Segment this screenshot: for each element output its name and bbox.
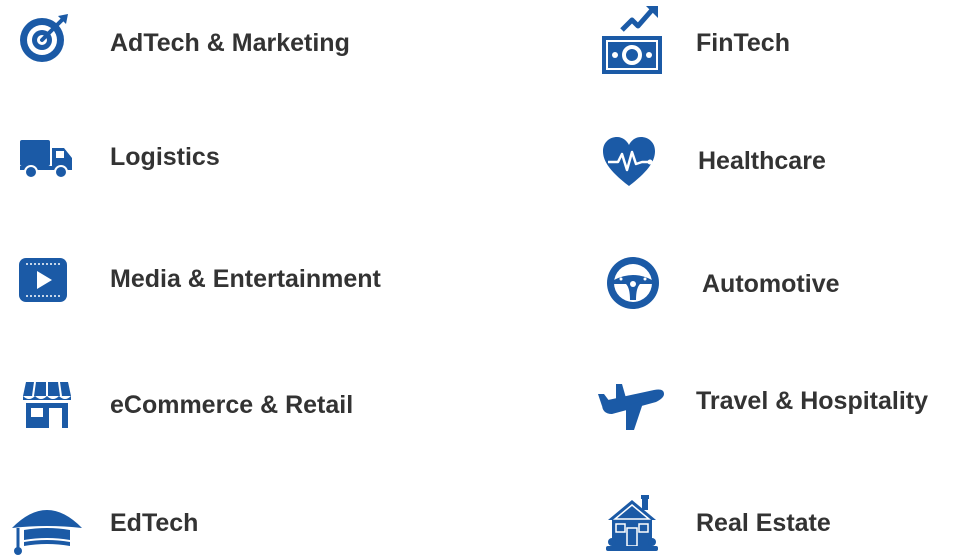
truck-icon — [18, 136, 74, 180]
industry-item-healthcare: Healthcare — [580, 128, 978, 188]
airplane-icon — [598, 380, 666, 432]
industry-item-travel: Travel & Hospitality — [580, 374, 978, 434]
graduation-cap-icon — [10, 498, 84, 556]
industry-item-ecommerce: eCommerce & Retail — [0, 374, 460, 434]
industry-item-media: Media & Entertainment — [0, 250, 460, 310]
industry-item-automotive: Automotive — [580, 250, 978, 310]
heart-pulse-icon — [602, 136, 656, 188]
industry-label: Real Estate — [696, 509, 831, 537]
industry-item-fintech: FinTech — [580, 0, 978, 74]
target-icon — [18, 12, 70, 64]
industry-label: Travel & Hospitality — [696, 387, 929, 415]
play-icon — [18, 255, 68, 305]
industry-item-edtech: EdTech — [0, 490, 460, 555]
industry-label: EdTech — [110, 509, 199, 537]
industry-label: FinTech — [696, 29, 790, 57]
industry-item-logistics: Logistics — [0, 128, 460, 188]
house-icon — [606, 492, 658, 552]
industry-label: Automotive — [702, 270, 840, 298]
industry-label: eCommerce & Retail — [110, 391, 354, 419]
industry-label: AdTech & Marketing — [110, 29, 350, 57]
industry-label: Logistics — [110, 143, 220, 171]
storefront-icon — [22, 380, 72, 428]
industry-label: Healthcare — [698, 147, 826, 175]
industry-item-adtech: AdTech & Marketing — [0, 0, 460, 62]
steering-wheel-icon — [606, 256, 660, 310]
industry-label: Media & Entertainment — [110, 265, 381, 293]
money-growth-icon — [600, 4, 664, 76]
industry-item-realestate: Real Estate — [580, 490, 978, 552]
